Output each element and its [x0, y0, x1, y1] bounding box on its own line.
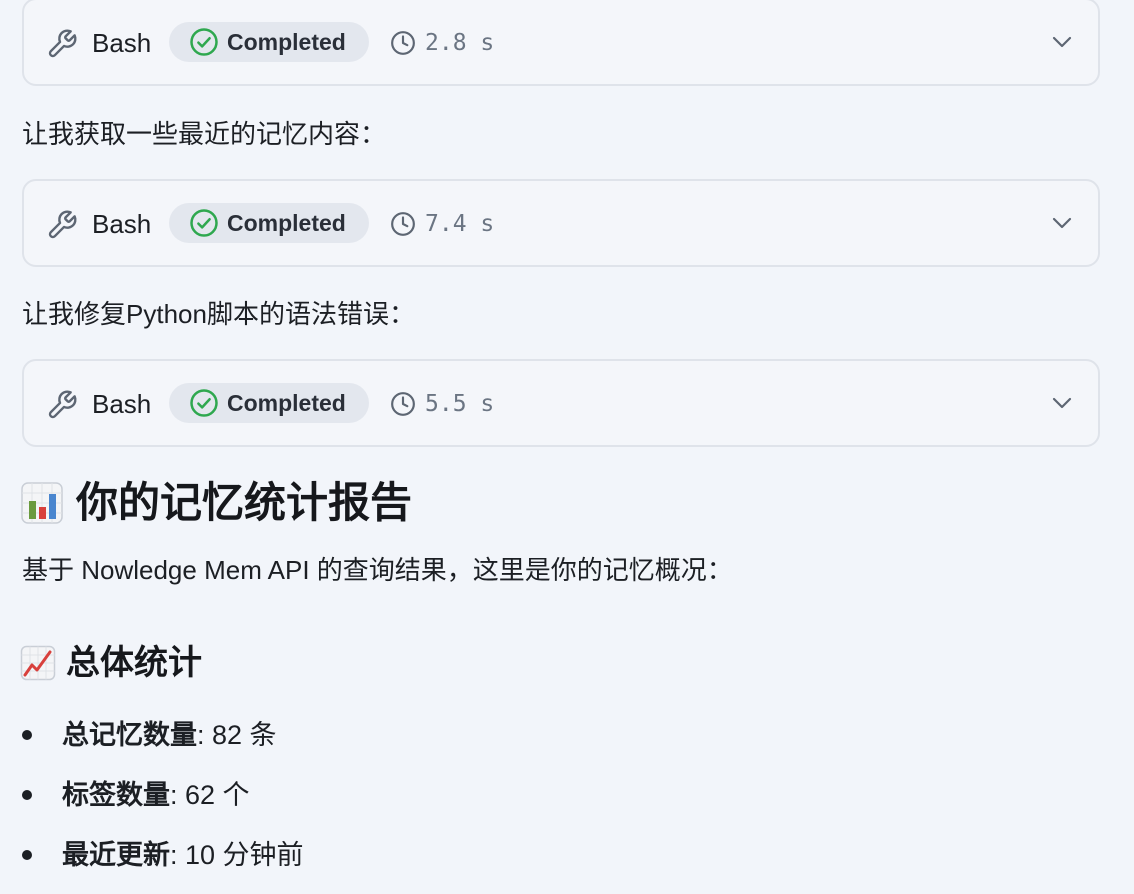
- tool-name: Bash: [92, 209, 152, 239]
- status-badge: Completed: [169, 203, 369, 243]
- bullet: [22, 730, 32, 740]
- check-circle-icon: [190, 28, 218, 56]
- section-title: 总体统计: [66, 644, 202, 682]
- clock-icon: [391, 212, 415, 236]
- tool-call-card[interactable]: Bash Completed 7.4 s: [22, 179, 1100, 267]
- status-label: Completed: [227, 390, 346, 416]
- wrench-icon: [48, 29, 77, 58]
- tool-call-header[interactable]: Bash Completed 5.5 s: [24, 361, 1098, 445]
- report-title: 你的记忆统计报告: [76, 479, 413, 526]
- stat-value: : 10 分钟前: [170, 840, 304, 870]
- assistant-message: 让我修复Python脚本的语法错误：: [22, 299, 415, 329]
- tool-name: Bash: [92, 28, 152, 58]
- wrench-icon: [48, 210, 77, 239]
- duration: 2.8 s: [425, 30, 495, 56]
- status-label: Completed: [227, 210, 346, 236]
- chat-transcript: Bash Completed 2.8 s 让我获取一些最近的记忆内容： Bash…: [0, 0, 1134, 894]
- clock-icon: [391, 31, 415, 55]
- stat-label: 标签数量: [62, 780, 170, 810]
- tool-call-card[interactable]: Bash Completed 2.8 s: [22, 0, 1100, 86]
- stat-label: 总记忆数量: [62, 720, 197, 750]
- stat-label: 最近更新: [62, 840, 170, 870]
- stat-value: : 62 个: [170, 780, 250, 810]
- duration: 5.5 s: [425, 391, 495, 417]
- status-badge: Completed: [169, 383, 369, 423]
- wrench-icon: [48, 390, 77, 419]
- stat-text: 总记忆数量: 82 条: [62, 716, 277, 754]
- tool-call-header[interactable]: Bash Completed 2.8 s: [24, 0, 1098, 84]
- duration: 7.4 s: [425, 211, 495, 237]
- stat-text: 最近更新: 10 分钟前: [62, 836, 304, 874]
- bullet: [22, 850, 32, 860]
- stat-text: 标签数量: 62 个: [62, 776, 250, 814]
- report-intro: 基于 Nowledge Mem API 的查询结果，这里是你的记忆概况：: [22, 555, 733, 585]
- tool-call-card[interactable]: Bash Completed 5.5 s: [22, 359, 1100, 447]
- assistant-message: 让我获取一些最近的记忆内容：: [22, 119, 387, 149]
- clock-icon: [391, 392, 415, 416]
- trending-up-emoji-icon: [20, 645, 56, 681]
- stat-value: : 82 条: [197, 720, 277, 750]
- tool-call-header[interactable]: Bash Completed 7.4 s: [24, 181, 1098, 265]
- bar-chart-emoji-icon: [21, 482, 63, 524]
- status-label: Completed: [227, 29, 346, 55]
- tool-name: Bash: [92, 389, 152, 419]
- report-heading: 你的记忆统计报告: [20, 475, 412, 531]
- status-badge: Completed: [169, 22, 369, 62]
- check-circle-icon: [190, 209, 218, 237]
- bullet: [22, 790, 32, 800]
- section-heading: 总体统计: [20, 640, 202, 686]
- chevron-down-icon[interactable]: [1050, 213, 1074, 233]
- chevron-down-icon[interactable]: [1050, 393, 1074, 413]
- chevron-down-icon[interactable]: [1050, 32, 1074, 52]
- check-circle-icon: [190, 389, 218, 417]
